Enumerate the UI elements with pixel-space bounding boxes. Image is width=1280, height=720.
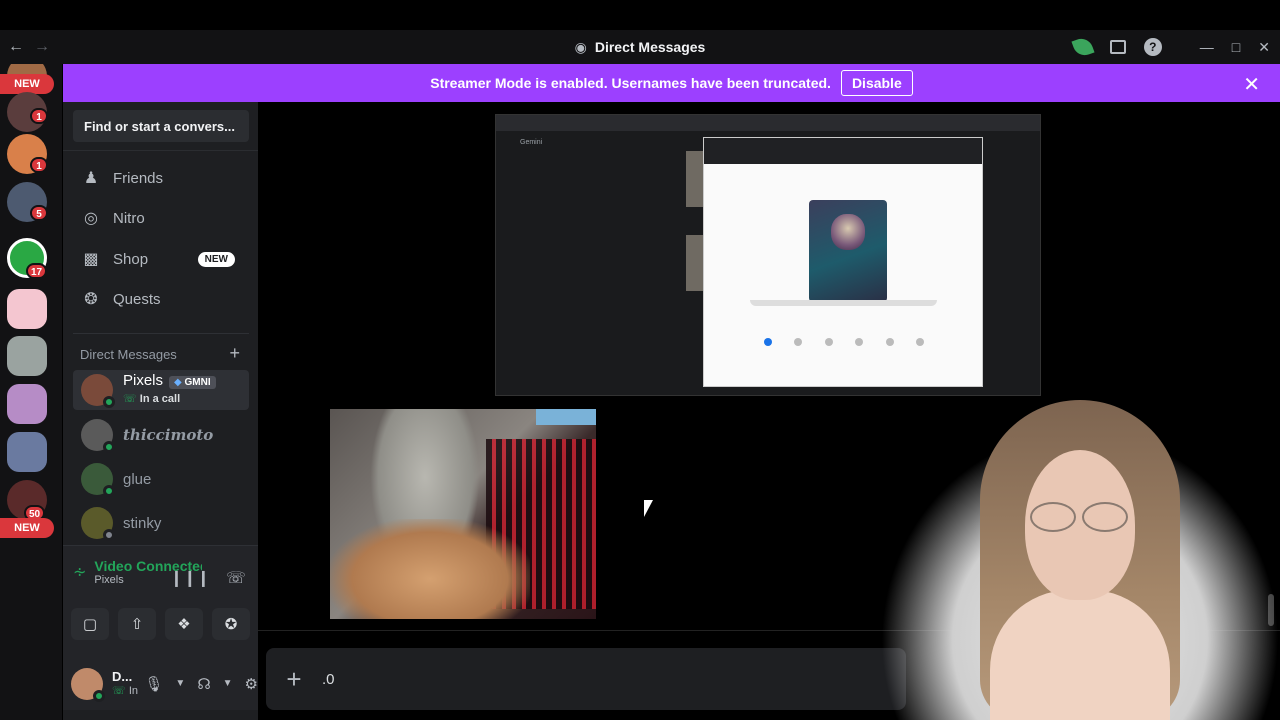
mouse-cursor [644,500,653,517]
screen-share-icon[interactable]: ⇧ [118,608,156,640]
phone-icon: ☏ [112,684,126,697]
dm-item-pixels[interactable]: Pixels ◆ GMNI ☏ In a call [73,370,249,410]
close-icon[interactable]: ✕ [1243,72,1260,97]
message-input[interactable]: .0 [322,671,335,688]
add-attachment-icon[interactable]: + [266,664,322,695]
nav-friends[interactable]: ♟ Friends [73,159,249,197]
server-icon[interactable] [7,432,47,472]
chevron-down-icon[interactable]: ▼ [175,678,185,689]
voice-connection-panel: ∻ Video Connected Pixels ❙❙❙ ☏ ▢ ⇧ ❖ ✪ [63,545,258,657]
avatar[interactable] [71,667,105,702]
avatar [81,374,115,408]
nav-quests[interactable]: ❂ Quests [73,280,249,318]
glasses [1030,502,1130,532]
editor-toolbar [764,338,924,346]
browser-chrome [496,115,1040,131]
nitro-leaf-icon[interactable] [1071,35,1095,59]
banner-text: Streamer Mode is enabled. Usernames have… [430,75,831,91]
title-bar: ← → ◉ Direct Messages ? — □ ✕ [0,30,1280,64]
friends-icon: ♟ [83,170,99,187]
call-status: ☏ In a call [123,393,181,405]
discord-logo-icon: ◉ [574,38,587,55]
new-badge: NEW [0,74,54,94]
close-window-button[interactable]: ✕ [1258,39,1270,56]
streamer-webcam-overlay [880,390,1280,720]
disable-streamer-mode-button[interactable]: Disable [840,70,913,96]
quests-icon: ❂ [84,291,98,308]
mention-badge: 1 [30,108,48,124]
camera-off-icon[interactable]: ▢ [71,608,109,640]
back-arrow-icon[interactable]: ← [8,38,24,56]
find-conversation-input[interactable]: Find or start a convers... [73,110,249,142]
nav-shop[interactable]: ▩ Shop NEW [73,240,249,278]
nitro-icon: ◎ [84,210,98,227]
avatar [81,463,115,497]
user-panel: D... ☏ In 🎙︎ ▼ ☊ ▼ ⚙ [63,657,258,710]
mention-badge: 1 [30,157,48,173]
server-icon[interactable] [7,336,47,376]
server-icon[interactable] [7,289,47,329]
screen-share-tile[interactable]: Gemini [495,114,1041,396]
dm-sidebar: Find or start a convers... ♟ Friends ◎ N… [63,102,258,720]
mention-badge: 17 [26,263,48,279]
online-status [103,485,115,497]
server-icon[interactable] [7,384,47,424]
video-tile[interactable] [330,409,596,619]
message-input-bar[interactable]: + .0 [266,648,906,710]
online-status [103,441,115,453]
gear-icon[interactable]: ⚙ [245,675,258,693]
phone-icon: ☏ [123,393,137,405]
new-badge: NEW [0,518,54,538]
maximize-button[interactable]: □ [1232,39,1240,55]
create-dm-button[interactable]: + [229,344,240,362]
soundboard-icon[interactable]: ✪ [212,608,250,640]
online-status [93,689,105,702]
diamond-icon: ◆ [174,377,182,388]
streamer-mode-banner: Streamer Mode is enabled. Usernames have… [63,64,1280,102]
inbox-icon[interactable] [1109,40,1126,54]
forward-arrow-icon[interactable]: → [34,38,50,56]
chevron-down-icon[interactable]: ▼ [223,678,233,689]
server-rail: NEW 1 1 5 17 50 NEW [0,64,62,720]
shop-icon: ▩ [83,251,99,268]
nav-nitro[interactable]: ◎ Nitro [73,199,249,237]
divider [73,333,249,334]
dm-section-header: Direct Messages + [80,343,240,363]
dm-item[interactable]: stinky [73,503,249,543]
hand-image [330,519,530,619]
signal-icon: ∻ [73,564,87,581]
help-icon[interactable]: ? [1143,38,1162,56]
dm-item[interactable]: thiccimoto [73,415,249,455]
microphone-icon[interactable]: 🎙︎ [144,675,163,693]
online-status [103,396,115,408]
avatar [81,507,115,541]
guild-tag: ◆ GMNI [169,376,216,389]
avatar [81,419,115,453]
offline-status [103,529,115,541]
dm-item[interactable]: glue [73,459,249,499]
minimize-button[interactable]: — [1200,39,1214,55]
shared-browser-window [703,137,983,387]
headphones-icon[interactable]: ☊ [197,675,210,693]
trading-card-image [809,200,887,302]
new-badge: NEW [197,251,235,267]
activities-icon[interactable]: ❖ [165,608,203,640]
noise-suppression-icon[interactable]: ❙❙❙ [170,568,210,588]
mention-badge: 5 [30,205,48,221]
shared-app-title: Gemini [520,139,543,146]
disconnect-icon[interactable]: ☏ [226,568,246,588]
divider [63,150,258,151]
